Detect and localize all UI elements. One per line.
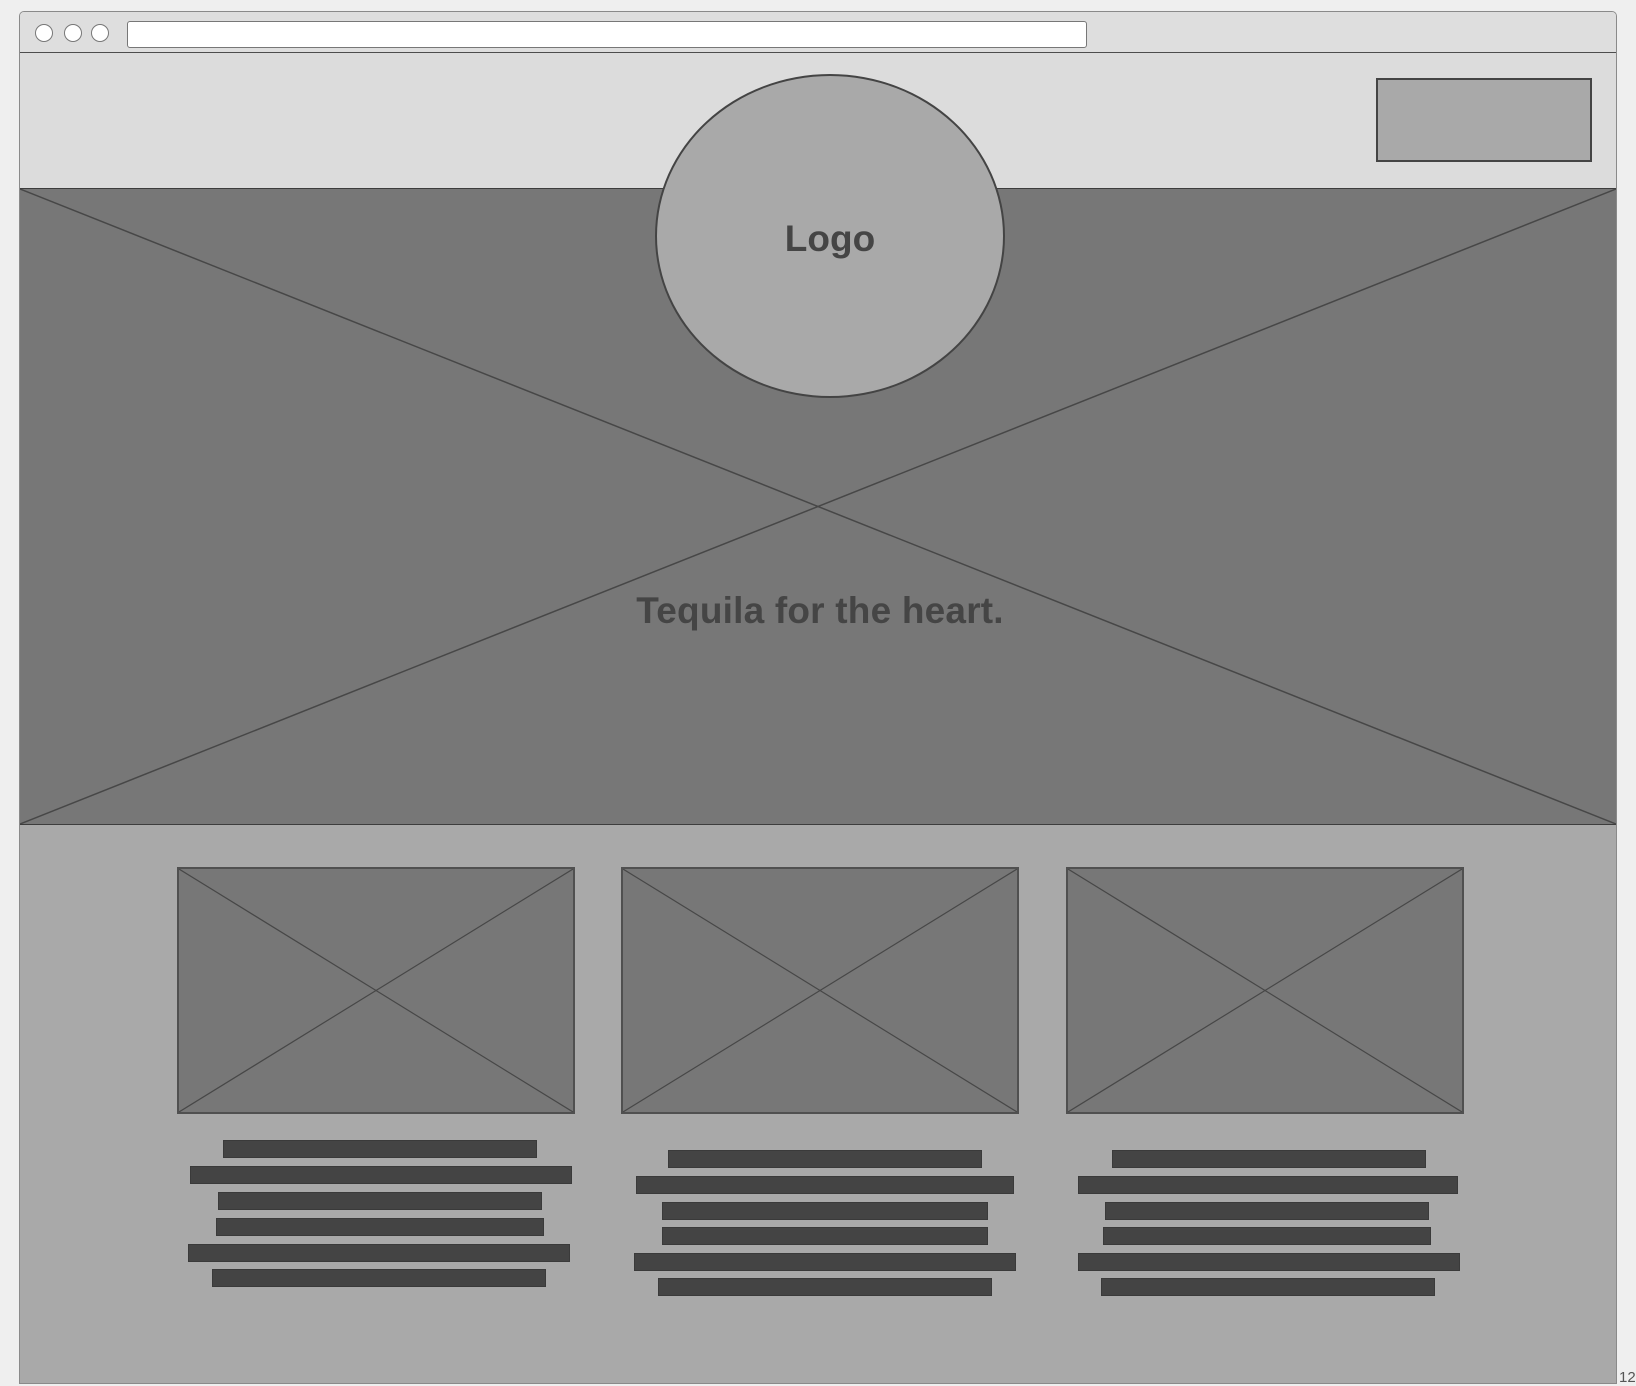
content-section: [20, 825, 1616, 1383]
logo[interactable]: Logo: [655, 74, 1005, 398]
text-line: [218, 1192, 542, 1210]
text-line: [1101, 1278, 1435, 1296]
page-number-fragment: 12: [1619, 1369, 1636, 1386]
card-image-placeholder: [621, 867, 1019, 1114]
card-1: [177, 825, 575, 1295]
text-line: [1112, 1150, 1426, 1168]
text-line: [212, 1269, 546, 1287]
image-placeholder-icon: [179, 869, 573, 1112]
text-line: [634, 1253, 1016, 1271]
card-image-placeholder: [177, 867, 575, 1114]
text-line: [668, 1150, 982, 1168]
text-line: [658, 1278, 992, 1296]
card-2: [621, 825, 1019, 1296]
text-line: [1105, 1202, 1429, 1220]
text-line: [223, 1140, 537, 1158]
browser-window: Tequila for the heart. Logo: [19, 11, 1617, 1384]
card-image-placeholder: [1066, 867, 1464, 1114]
logo-label: Logo: [784, 218, 876, 259]
hero-tagline: Tequila for the heart.: [636, 590, 1004, 631]
title-bar: [20, 12, 1616, 53]
zoom-window-icon[interactable]: [91, 24, 109, 42]
address-bar[interactable]: [127, 21, 1087, 48]
image-placeholder-icon: [1068, 869, 1462, 1112]
text-line: [636, 1176, 1014, 1194]
text-line: [662, 1227, 988, 1245]
text-line: [1078, 1253, 1460, 1271]
text-line: [190, 1166, 572, 1184]
text-line: [1103, 1227, 1431, 1245]
card-3: [1066, 825, 1464, 1296]
image-placeholder-icon: [623, 869, 1017, 1112]
header-placeholder-button[interactable]: [1376, 78, 1592, 162]
text-line: [1078, 1176, 1458, 1194]
minimize-window-icon[interactable]: [64, 24, 82, 42]
text-line: [662, 1202, 988, 1220]
close-window-icon[interactable]: [35, 24, 53, 42]
text-line: [188, 1244, 570, 1262]
text-line: [216, 1218, 544, 1236]
